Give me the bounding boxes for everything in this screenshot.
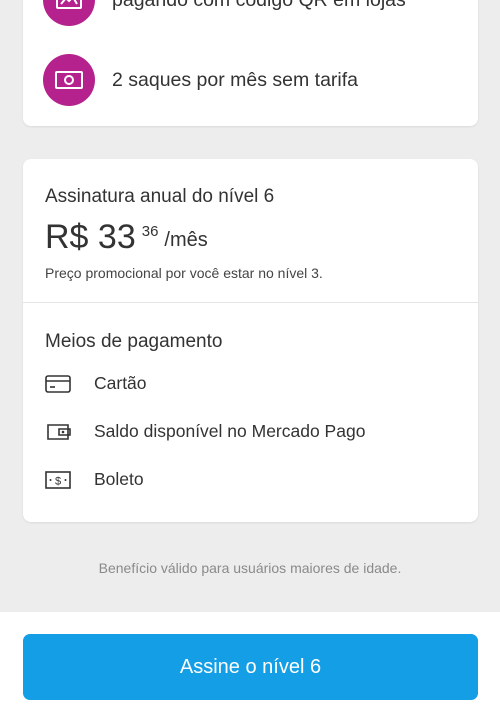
price-cents: 36 [141,223,159,240]
payment-method-label: Boleto [94,469,144,489]
cash-icon [43,54,95,106]
benefits-card: pagando com código QR em lojas 2 saques … [23,0,478,126]
benefit-label: pagando com código QR em lojas [112,0,406,12]
promo-note: Preço promocional por você estar no níve… [45,265,323,281]
subscribe-button[interactable]: Assine o nível 6 [23,634,478,700]
payment-methods-title: Meios de pagamento [45,331,223,352]
plan-card: Assinatura anual do nível 6 R$ 33 36 /mê… [23,159,478,522]
wallet-icon [45,422,71,442]
plan-price: R$ 33 36 /mês [45,217,208,257]
boleto-icon: $ [45,470,71,490]
divider [23,302,478,303]
payment-method-card: Cartão [45,373,147,394]
bottom-action-bar: Assine o nível 6 [0,612,500,708]
benefit-item: pagando com código QR em lojas [43,0,406,26]
benefit-label: 2 saques por mês sem tarifa [112,68,359,91]
payment-method-boleto: $ Boleto [45,469,144,490]
legal-footnote: Benefício válido para usuários maiores d… [98,560,402,576]
qr-store-icon [43,0,95,26]
svg-text:$: $ [55,475,61,487]
payment-method-balance: Saldo disponível no Mercado Pago [45,421,365,442]
price-main: R$ 33 [45,218,136,256]
plan-title: Assinatura anual do nível 6 [45,186,275,207]
benefit-item: 2 saques por mês sem tarifa [43,54,358,106]
price-period: /mês [164,229,208,251]
credit-card-icon [45,374,71,394]
payment-method-label: Cartão [94,373,147,393]
payment-method-label: Saldo disponível no Mercado Pago [94,421,366,441]
